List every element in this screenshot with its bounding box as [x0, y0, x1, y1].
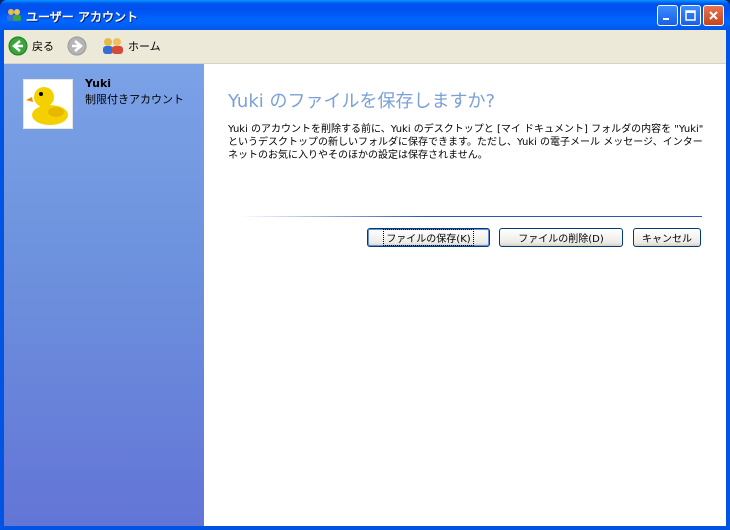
save-files-button[interactable]: ファイルの保存(K)	[367, 228, 490, 247]
divider	[240, 216, 702, 217]
rubber-duck-icon	[26, 87, 68, 125]
users-home-icon	[103, 38, 123, 54]
window: ユーザー アカウント 戻る ホーム Yuki 制限付きアカウント Yuki のフ…	[0, 0, 730, 530]
window-title: ユーザー アカウント	[26, 10, 138, 24]
home-button[interactable]: ホーム	[102, 35, 161, 57]
home-label: ホーム	[128, 40, 161, 53]
avatar	[23, 79, 73, 129]
user-name: Yuki	[85, 77, 112, 90]
back-button[interactable]: 戻る	[8, 35, 54, 57]
minimize-button[interactable]	[657, 5, 678, 26]
title-bar[interactable]: ユーザー アカウント	[0, 0, 730, 30]
maximize-icon	[685, 10, 696, 21]
navigation-toolbar: 戻る ホーム	[4, 30, 726, 64]
back-label: 戻る	[32, 40, 54, 53]
back-arrow-icon	[8, 36, 28, 56]
client-area: 戻る ホーム Yuki 制限付きアカウント Yuki のファイルを保存しますか?…	[4, 30, 726, 526]
forward-arrow-icon	[67, 36, 87, 56]
user-accounts-icon	[6, 7, 22, 23]
forward-button[interactable]	[67, 35, 87, 57]
close-icon	[709, 11, 718, 20]
save-files-label: ファイルの保存(K)	[383, 229, 474, 246]
sidebar: Yuki 制限付きアカウント	[4, 64, 204, 526]
page-title: Yuki のファイルを保存しますか?	[228, 91, 496, 112]
close-button[interactable]	[703, 5, 724, 26]
minimize-icon	[663, 18, 669, 20]
account-type: 制限付きアカウント	[85, 93, 184, 106]
cancel-button[interactable]: キャンセル	[633, 228, 701, 247]
main-content: Yuki のファイルを保存しますか? Yuki のアカウントを削除する前に、Yu…	[204, 64, 726, 526]
maximize-button[interactable]	[680, 5, 701, 26]
delete-files-button[interactable]: ファイルの削除(D)	[499, 228, 623, 247]
description-text: Yuki のアカウントを削除する前に、Yuki のデスクトップと [マイ ドキュ…	[228, 124, 704, 161]
